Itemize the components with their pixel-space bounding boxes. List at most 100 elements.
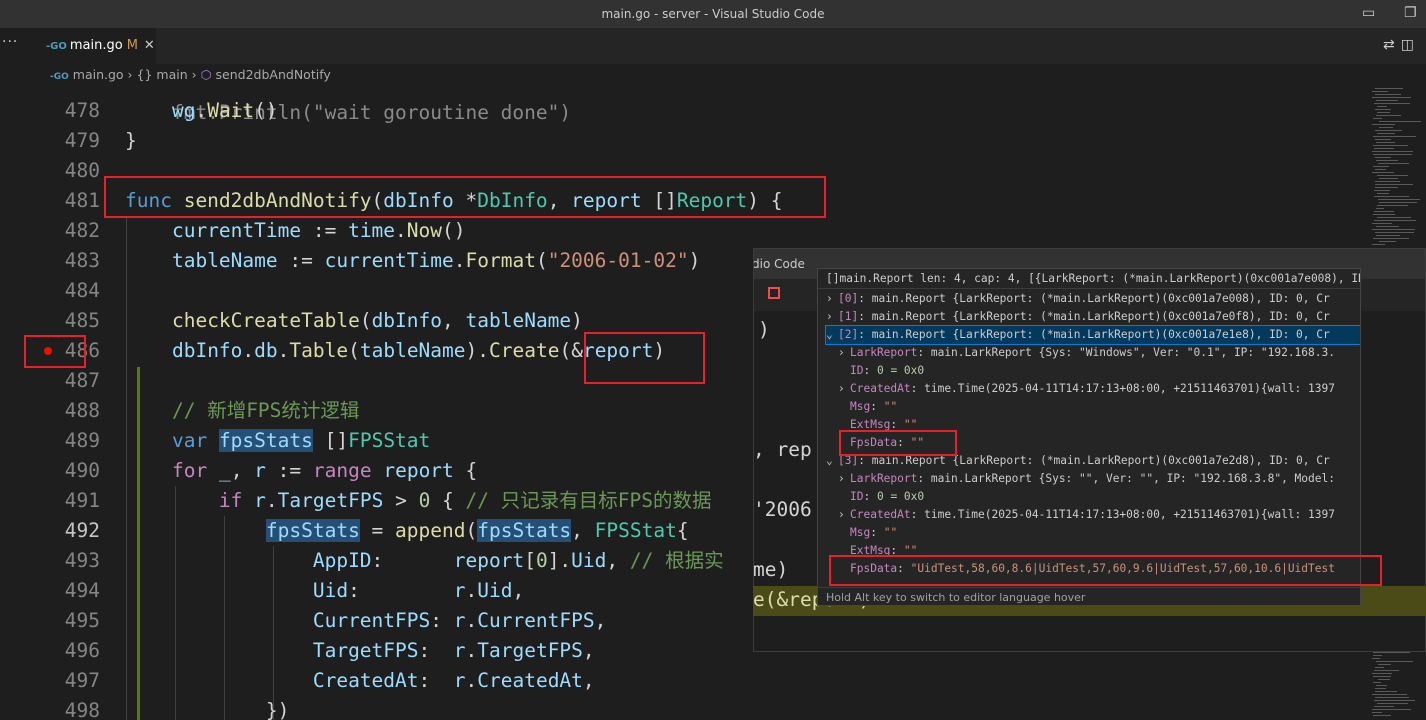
more-icon[interactable]: ··· xyxy=(2,34,18,50)
variable-tree-row[interactable]: ID: 0 = 0x0 xyxy=(838,488,1360,506)
minimap-line xyxy=(1373,652,1410,653)
minimap-line xyxy=(1372,229,1415,230)
line-number[interactable]: 491 xyxy=(34,486,100,516)
code-line[interactable]: 482 currentTime := time.Now() xyxy=(34,216,1370,246)
code-line[interactable]: 479} xyxy=(34,126,1370,156)
line-number[interactable]: 488 xyxy=(34,396,100,426)
chevron-right-icon[interactable]: › xyxy=(838,344,850,362)
function-icon: ⬡ xyxy=(200,67,212,82)
line-code: for _, r := range report { xyxy=(125,456,477,486)
line-number[interactable]: 479 xyxy=(34,126,100,156)
minimap-line xyxy=(1372,673,1392,674)
variable-tree-row[interactable]: ID: 0 = 0x0 xyxy=(838,362,1360,380)
code-token: ( xyxy=(535,249,548,272)
breadcrumb-file[interactable]: main.go xyxy=(73,67,124,82)
tab-main-go[interactable]: -GO main.go M ✕ xyxy=(34,28,156,64)
code-token: r xyxy=(453,579,466,602)
line-number[interactable]: 495 xyxy=(34,606,100,636)
code-token: _ xyxy=(218,459,231,482)
code-token: := xyxy=(277,249,325,272)
code-token: Table xyxy=(289,339,349,362)
minimap-line xyxy=(1373,676,1391,677)
compare-icon[interactable]: ⇄ xyxy=(1383,37,1401,53)
variable-tree-row[interactable]: › CreatedAt: time.Time(2025-04-11T14:17:1… xyxy=(838,506,1360,524)
variable-tree-row[interactable]: › CreatedAt: time.Time(2025-04-11T14:17:1… xyxy=(838,380,1360,398)
line-number[interactable]: 489 xyxy=(34,426,100,456)
variable-tree-row[interactable]: Msg: "" xyxy=(838,398,1360,416)
variable-tree-row[interactable]: › LarkReport: main.LarkReport {Sys: "Wind… xyxy=(838,344,1360,362)
variable-value: 0 = 0x0 xyxy=(876,364,925,377)
minimap-line xyxy=(1373,154,1412,155)
variable-tree-row[interactable]: ⌄ [2]: main.Report {LarkReport: (*main.La… xyxy=(825,325,1360,345)
minimize-icon[interactable]: ▭ xyxy=(1362,5,1375,21)
line-number[interactable]: 492 xyxy=(34,516,100,546)
code-token: () xyxy=(254,99,278,122)
chevron-right-icon[interactable]: › xyxy=(838,470,850,488)
separator: : xyxy=(910,382,925,395)
minimap-line xyxy=(1375,691,1397,692)
code-token: . xyxy=(453,249,466,272)
chevron-right-icon[interactable]: › xyxy=(826,308,838,326)
code-token: wg xyxy=(171,99,196,122)
code-token: var xyxy=(171,429,219,452)
minimap-line xyxy=(1376,142,1395,143)
chevron-down-icon[interactable]: ⌄ xyxy=(826,452,838,470)
restore-icon[interactable]: ❐ xyxy=(1404,5,1417,21)
line-number[interactable]: 497 xyxy=(34,666,100,696)
code-token: FPSStat xyxy=(348,429,431,452)
stop-icon[interactable] xyxy=(768,287,780,299)
variable-value: time.Time(2025-04-11T14:17:13+08:00, +21… xyxy=(924,508,1335,521)
code-line[interactable]: 478 wg.Wait() xyxy=(34,96,1370,126)
code-token: , xyxy=(582,669,595,692)
code-token: (& xyxy=(559,339,583,362)
split-editor-icon[interactable]: ◫ xyxy=(1401,37,1420,53)
code-line[interactable]: 497 CreatedAt: r.CreatedAt, xyxy=(34,666,1370,696)
breadcrumb-function[interactable]: send2dbAndNotify xyxy=(216,67,331,82)
line-number[interactable]: 498 xyxy=(34,696,100,720)
line-code: checkCreateTable(dbInfo, tableName) xyxy=(125,306,583,336)
minimap-line xyxy=(1377,106,1387,107)
line-number[interactable]: 484 xyxy=(34,276,100,306)
variable-tree-row[interactable]: Msg: "" xyxy=(838,524,1360,542)
code-token: if xyxy=(218,489,255,512)
variable-value: main.LarkReport {Sys: "", Ver: "", IP: "… xyxy=(930,472,1335,485)
minimap-line xyxy=(1373,238,1409,239)
chevron-right-icon: › xyxy=(127,67,137,82)
line-number[interactable]: 483 xyxy=(34,246,100,276)
chevron-right-icon[interactable]: › xyxy=(838,380,850,398)
code-token: range xyxy=(312,459,384,482)
line-number[interactable]: 485 xyxy=(34,306,100,336)
line-number[interactable]: 496 xyxy=(34,636,100,666)
variable-value: "" xyxy=(883,400,898,413)
minimap-line xyxy=(1373,118,1382,119)
minimap-line xyxy=(1378,199,1420,200)
minimap-line xyxy=(1379,202,1417,203)
breadcrumb-namespace[interactable]: {} main xyxy=(137,67,188,82)
minimap-line xyxy=(1375,181,1400,182)
variable-tree-row[interactable]: › LarkReport: main.LarkReport {Sys: "", V… xyxy=(838,470,1360,488)
separator: : xyxy=(870,526,884,539)
variable-value: main.Report {LarkReport: (*main.LarkRepo… xyxy=(871,292,1330,305)
line-number[interactable]: 487 xyxy=(34,366,100,396)
line-number[interactable]: 478 xyxy=(34,96,100,126)
minimap-line xyxy=(1374,700,1415,701)
minimap-line xyxy=(1377,703,1408,704)
line-number[interactable]: 490 xyxy=(34,456,100,486)
line-number[interactable]: 481 xyxy=(34,186,100,216)
chevron-right-icon[interactable]: › xyxy=(826,290,838,308)
variable-tree-row[interactable]: › [1]: main.Report {LarkReport: (*main.La… xyxy=(826,308,1360,326)
minimap-line xyxy=(1374,706,1394,707)
variable-tree-row[interactable]: › [0]: main.Report {LarkReport: (*main.La… xyxy=(826,290,1360,308)
highlight-box-func-signature xyxy=(104,176,826,218)
line-number[interactable]: 482 xyxy=(34,216,100,246)
line-code: }) xyxy=(125,696,289,720)
line-number[interactable]: 480 xyxy=(34,156,100,186)
chevron-right-icon[interactable]: › xyxy=(838,506,850,524)
line-number[interactable]: 494 xyxy=(34,576,100,606)
code-line[interactable]: 498 }) xyxy=(34,696,1370,720)
chevron-down-icon[interactable]: ⌄ xyxy=(826,326,838,344)
line-number[interactable]: 493 xyxy=(34,546,100,576)
close-tab-icon[interactable]: ✕ xyxy=(144,38,155,53)
